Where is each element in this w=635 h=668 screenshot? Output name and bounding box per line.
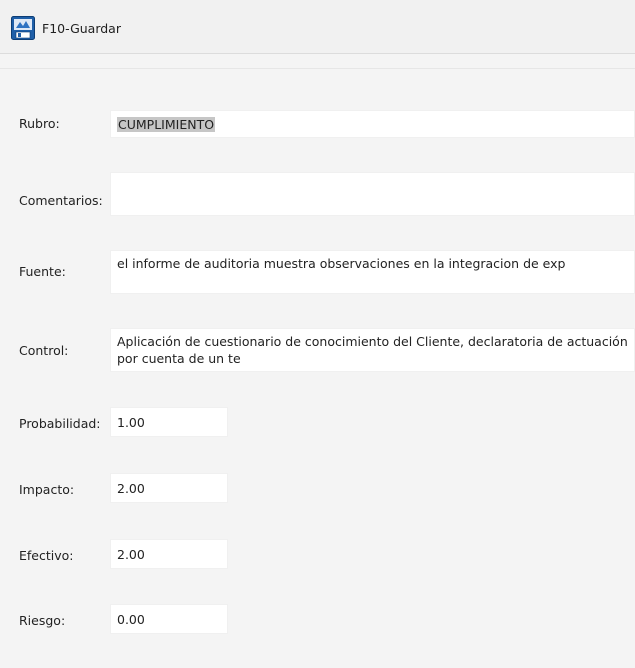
rubro-value: CUMPLIMIENTO: [117, 117, 216, 132]
save-form-icon: [11, 16, 35, 40]
comentarios-label: Comentarios:: [19, 193, 103, 208]
efectivo-label: Efectivo:: [19, 548, 74, 563]
control-field[interactable]: Aplicación de cuestionario de conocimien…: [110, 328, 635, 372]
riesgo-label: Riesgo:: [19, 613, 66, 628]
efectivo-field[interactable]: 2.00: [110, 539, 228, 569]
divider: [0, 68, 635, 69]
save-button[interactable]: F10-Guardar: [11, 14, 121, 42]
rubro-field[interactable]: CUMPLIMIENTO: [110, 110, 635, 138]
comentarios-field[interactable]: [110, 172, 635, 216]
toolbar: F10-Guardar: [0, 0, 635, 54]
probabilidad-label: Probabilidad:: [19, 416, 101, 431]
fuente-label: Fuente:: [19, 264, 66, 279]
impacto-field[interactable]: 2.00: [110, 473, 228, 503]
save-button-label: F10-Guardar: [42, 20, 121, 36]
control-label: Control:: [19, 343, 69, 358]
riesgo-field[interactable]: 0.00: [110, 604, 228, 634]
probabilidad-field[interactable]: 1.00: [110, 407, 228, 437]
fuente-field[interactable]: el informe de auditoria muestra observac…: [110, 250, 635, 294]
rubro-label: Rubro:: [19, 116, 60, 131]
impacto-label: Impacto:: [19, 482, 75, 497]
